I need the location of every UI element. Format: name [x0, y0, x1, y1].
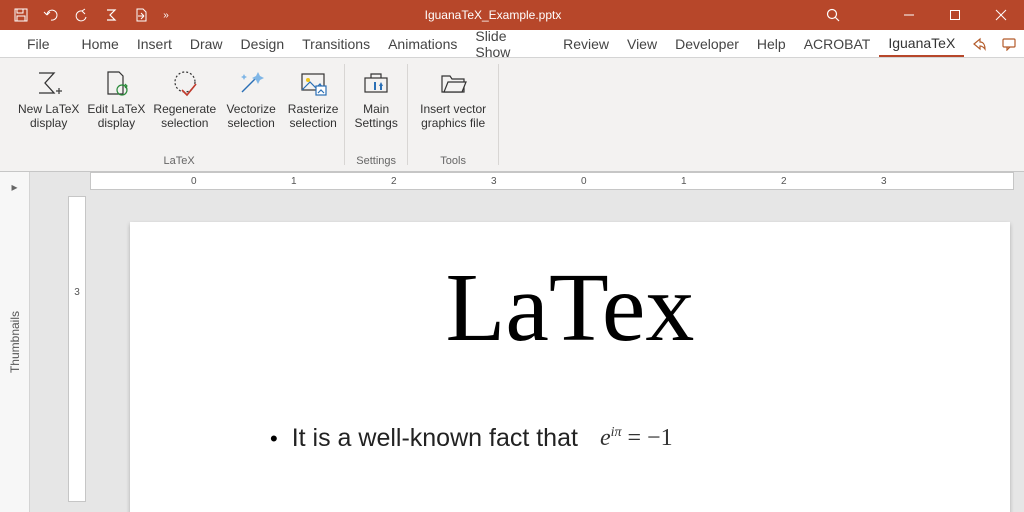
ribbon: New LaTeXdisplay Edit LaTeXdisplay Regen… — [0, 58, 1024, 172]
slide-canvas[interactable]: LaTex • It is a well-known fact that eiπ… — [130, 222, 1010, 512]
group-label: Tools — [440, 153, 466, 169]
ribbon-group-latex: New LaTeXdisplay Edit LaTeXdisplay Regen… — [14, 58, 344, 171]
thumbnails-pane[interactable]: ▸ Thumbnails — [0, 172, 30, 512]
edit-latex-display-button[interactable]: Edit LaTeXdisplay — [83, 62, 149, 130]
redo-icon[interactable] — [66, 0, 96, 30]
button-label: New LaTeX — [18, 102, 79, 116]
qat-overflow-icon[interactable]: » — [156, 0, 176, 30]
tab-iguanatex[interactable]: IguanaTeX — [879, 30, 964, 57]
quick-access-toolbar: » — [0, 0, 176, 30]
sum-plus-icon — [34, 66, 64, 100]
refresh-check-icon — [170, 66, 200, 100]
undo-icon[interactable] — [36, 0, 66, 30]
regenerate-selection-button[interactable]: Regenerateselection — [149, 62, 220, 130]
group-label: LaTeX — [163, 153, 194, 169]
latex-formula[interactable]: eiπ = −1 — [600, 425, 673, 452]
bullet-dot-icon: • — [270, 426, 278, 452]
group-label: Settings — [356, 153, 396, 169]
ribbon-tabstrip: File Home Insert Draw Design Transitions… — [0, 30, 1024, 58]
window-title: IguanaTeX_Example.pptx — [176, 8, 810, 22]
tab-view[interactable]: View — [618, 30, 666, 57]
export-icon[interactable] — [126, 0, 156, 30]
insert-vector-graphics-button[interactable]: Insert vectorgraphics file — [408, 62, 498, 130]
main-settings-button[interactable]: MainSettings — [345, 62, 407, 130]
folder-open-icon — [438, 66, 468, 100]
thumbnails-label: Thumbnails — [8, 311, 22, 373]
wand-icon — [236, 66, 266, 100]
tab-review[interactable]: Review — [554, 30, 618, 57]
search-icon[interactable] — [810, 0, 856, 30]
close-button[interactable] — [978, 0, 1024, 30]
maximize-button[interactable] — [932, 0, 978, 30]
tab-home[interactable]: Home — [73, 30, 128, 57]
ribbon-separator — [498, 64, 499, 165]
tab-file[interactable]: File — [18, 30, 59, 57]
toolbox-icon — [361, 66, 391, 100]
ribbon-group-settings: MainSettings Settings — [345, 58, 407, 171]
tab-help[interactable]: Help — [748, 30, 795, 57]
window-controls — [886, 0, 1024, 30]
horizontal-ruler[interactable]: 0 1 2 3 0 1 2 3 — [90, 172, 1014, 190]
document-refresh-icon — [101, 66, 131, 100]
share-icon[interactable] — [964, 30, 994, 57]
slide-editor: 0 1 2 3 0 1 2 3 3 LaTex • It is a well-k… — [30, 172, 1024, 512]
tab-draw[interactable]: Draw — [181, 30, 232, 57]
title-bar: » IguanaTeX_Example.pptx — [0, 0, 1024, 30]
tab-animations[interactable]: Animations — [379, 30, 466, 57]
minimize-button[interactable] — [886, 0, 932, 30]
vectorize-selection-button[interactable]: Vectorizeselection — [220, 62, 282, 130]
workspace: ▸ Thumbnails 0 1 2 3 0 1 2 3 3 LaTex • I… — [0, 172, 1024, 512]
tab-acrobat[interactable]: ACROBAT — [795, 30, 880, 57]
new-latex-display-button[interactable]: New LaTeXdisplay — [14, 62, 83, 130]
rasterize-selection-button[interactable]: Rasterizeselection — [282, 62, 344, 130]
chevron-right-icon[interactable]: ▸ — [11, 180, 17, 194]
tab-transitions[interactable]: Transitions — [293, 30, 379, 57]
slide-title[interactable]: LaTex — [130, 252, 1010, 364]
slide-bullet[interactable]: • It is a well-known fact that eiπ = −1 — [270, 424, 1010, 453]
autosum-icon[interactable] — [96, 0, 126, 30]
save-icon[interactable] — [6, 0, 36, 30]
comments-icon[interactable] — [994, 30, 1024, 57]
tab-design[interactable]: Design — [232, 30, 294, 57]
tab-developer[interactable]: Developer — [666, 30, 748, 57]
tab-insert[interactable]: Insert — [128, 30, 181, 57]
ribbon-group-tools: Insert vectorgraphics file Tools — [408, 58, 498, 171]
vertical-ruler[interactable]: 3 — [68, 196, 86, 502]
bullet-text: It is a well-known fact that — [292, 424, 578, 453]
tab-slide-show[interactable]: Slide Show — [466, 30, 554, 57]
picture-convert-icon — [298, 66, 328, 100]
